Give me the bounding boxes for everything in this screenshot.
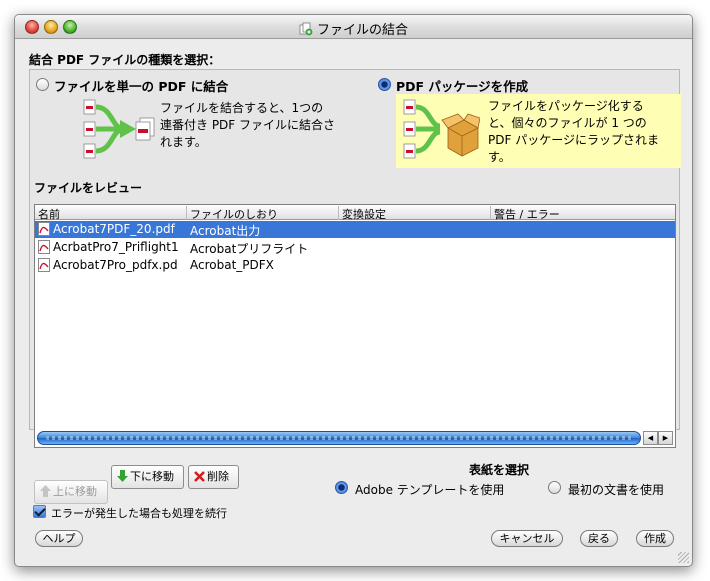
- file-name-cell: Acrobat7Pro_pdfx.pd: [53, 258, 178, 272]
- move-down-label: 下に移動: [130, 470, 174, 483]
- help-button[interactable]: ヘルプ: [35, 530, 83, 547]
- window-title-area: ファイルの結合: [15, 19, 692, 38]
- table-header: 名前 ファイルのしおり 変換設定 警告 / エラー: [35, 205, 675, 220]
- move-up-button[interactable]: 上に移動: [34, 480, 108, 504]
- column-header-warning[interactable]: 警告 / エラー: [491, 206, 675, 220]
- package-desc-line: す。: [488, 150, 511, 164]
- back-button[interactable]: 戻る: [580, 530, 618, 547]
- bookmark-cell: Acrobatプリフライト: [190, 242, 309, 256]
- combine-options-box: ファイルを単一の PDF に結合 ファイルを結合すると、1つの 連番付き PDF…: [29, 69, 681, 504]
- cover-template-label[interactable]: Adobe テンプレートを使用: [355, 481, 504, 498]
- move-down-button[interactable]: 下に移動: [111, 465, 184, 489]
- single-desc-line: れます。: [160, 135, 207, 149]
- create-button[interactable]: 作成: [636, 530, 674, 547]
- review-files-label: ファイルをレビュー: [34, 181, 143, 195]
- scroll-right-arrow-icon[interactable]: ▶: [658, 431, 673, 445]
- column-header-conversion[interactable]: 変換設定: [339, 206, 491, 220]
- bookmark-cell: Acrobat出力: [190, 224, 261, 238]
- single-desc-line: 連番付き PDF ファイルに結合さ: [160, 118, 336, 132]
- resize-grip[interactable]: [678, 552, 689, 563]
- move-up-label: 上に移動: [53, 485, 97, 498]
- window-title: ファイルの結合: [316, 23, 408, 38]
- cover-first-doc-label[interactable]: 最初の文書を使用: [568, 481, 664, 498]
- cover-page-title: 表紙を選択: [469, 463, 530, 477]
- file-review-table: 名前 ファイルのしおり 変換設定 警告 / エラー Acrobat7PDF_20…: [34, 204, 676, 448]
- combine-single-pdf-icon: [83, 99, 155, 159]
- delete-label: 削除: [207, 470, 229, 483]
- column-header-name[interactable]: 名前: [35, 206, 187, 220]
- single-pdf-description: ファイルを結合すると、1つの 連番付き PDF ファイルに結合さ れます。: [160, 100, 335, 151]
- cover-first-doc-radio[interactable]: [548, 481, 561, 494]
- pdf-package-icon: [403, 99, 480, 159]
- table-row[interactable]: AcrbatPro7_Priflight1 Acrobatプリフライト: [35, 239, 675, 256]
- type-group-label: 結合 PDF ファイルの種類を選択：: [29, 53, 221, 67]
- delete-x-icon: [194, 471, 205, 482]
- table-row[interactable]: Acrobat7Pro_pdfx.pd Acrobat_PDFX: [35, 257, 675, 274]
- delete-button[interactable]: 削除: [188, 465, 239, 489]
- table-row[interactable]: Acrobat7PDF_20.pdf Acrobat出力: [35, 221, 675, 238]
- horizontal-scrollbar[interactable]: ◀ ▶: [37, 431, 673, 445]
- cover-template-radio[interactable]: [335, 481, 348, 494]
- package-desc-line: と、個々のファイルが 1 つの: [488, 116, 647, 130]
- file-name-cell: AcrbatPro7_Priflight1: [53, 240, 179, 254]
- package-desc-line: PDF パッケージにラップされま: [488, 133, 659, 147]
- continue-on-error-checkbox[interactable]: [33, 505, 46, 518]
- scrollbar-thumb[interactable]: [37, 431, 641, 445]
- down-arrow-icon: [117, 470, 128, 482]
- combine-files-icon: [299, 22, 313, 36]
- pdf-package-label[interactable]: PDF パッケージを作成: [396, 76, 528, 95]
- pdf-package-radio[interactable]: [378, 78, 391, 91]
- pdf-package-description: ファイルをパッケージ化する と、個々のファイルが 1 つの PDF パッケージに…: [488, 98, 678, 166]
- scroll-left-arrow-icon[interactable]: ◀: [643, 431, 658, 445]
- single-pdf-label[interactable]: ファイルを単一の PDF に結合: [54, 76, 228, 95]
- title-bar[interactable]: ファイルの結合: [15, 15, 692, 39]
- continue-on-error-label[interactable]: エラーが発生した場合も処理を続行: [51, 505, 227, 521]
- bookmark-cell: Acrobat_PDFX: [190, 258, 274, 272]
- pdf-file-icon: [38, 258, 50, 272]
- up-arrow-icon: [40, 485, 51, 497]
- single-desc-line: ファイルを結合すると、1つの: [160, 101, 324, 115]
- package-desc-line: ファイルをパッケージ化する: [488, 99, 644, 113]
- cancel-button[interactable]: キャンセル: [491, 530, 563, 547]
- pdf-file-icon: [38, 222, 50, 236]
- combine-files-window: ファイルの結合 結合 PDF ファイルの種類を選択： ファイルを単一の PDF …: [14, 14, 693, 567]
- single-pdf-radio[interactable]: [36, 78, 49, 91]
- column-header-bookmark[interactable]: ファイルのしおり: [187, 206, 339, 220]
- file-name-cell: Acrobat7PDF_20.pdf: [53, 222, 175, 236]
- pdf-file-icon: [38, 240, 50, 254]
